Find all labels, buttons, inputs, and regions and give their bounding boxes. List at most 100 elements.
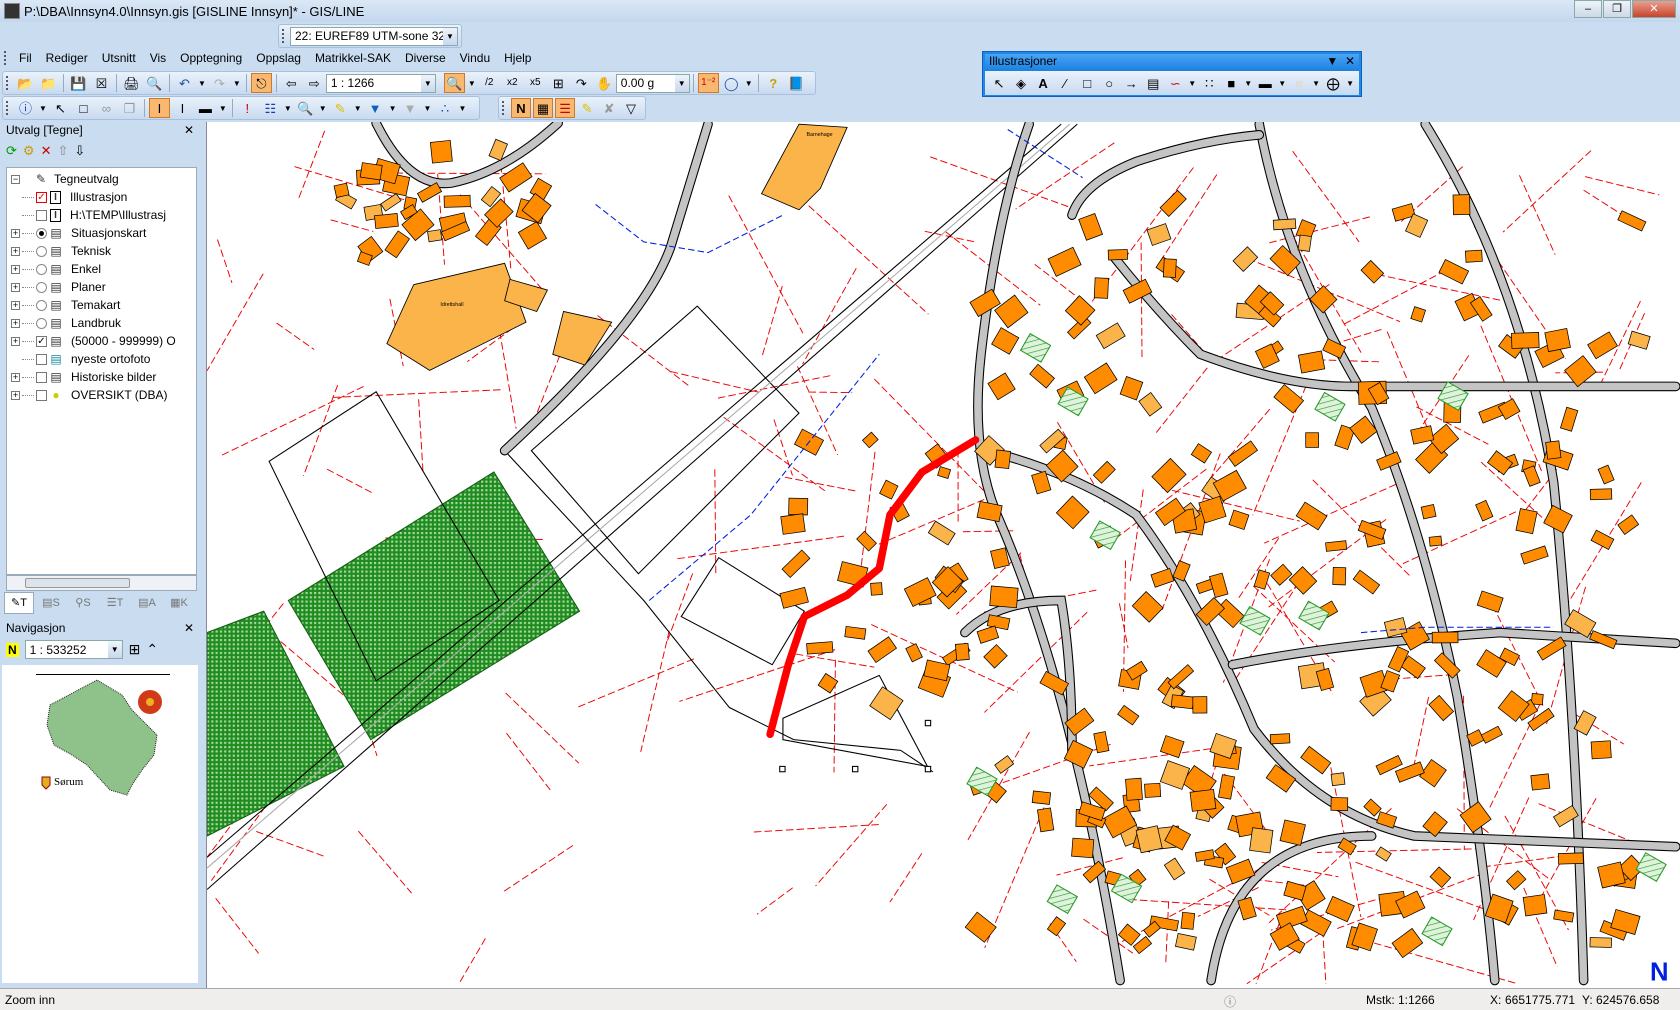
menu-fil[interactable]: Fil [19, 51, 32, 65]
toolbar-grip[interactable] [502, 101, 506, 115]
expand-icon[interactable]: + [11, 300, 20, 310]
layer-checkbox[interactable] [36, 389, 47, 401]
zoom-x2-icon[interactable]: x2 [502, 73, 523, 93]
close-icon[interactable]: ✕ [184, 621, 194, 635]
scale-tool-icon[interactable]: ⎋ [250, 73, 272, 93]
forward-arrow-icon[interactable]: ⇨ [304, 73, 325, 93]
scale-select[interactable]: 1 : 1266 ▼ [325, 73, 436, 93]
marker-icon[interactable]: ✎ [577, 98, 597, 118]
legend-icon[interactable]: ☰ [555, 98, 576, 118]
layer-radio[interactable] [36, 281, 47, 293]
panel-tab[interactable]: ⚲ S [68, 592, 98, 614]
toolbar-grip[interactable] [6, 76, 10, 90]
layer-checkbox[interactable]: ✓ [36, 191, 47, 203]
expand-icon[interactable]: + [11, 282, 20, 292]
menu-opptegning[interactable]: Opptegning [180, 51, 242, 65]
layer-checkbox[interactable]: ✓ [36, 335, 47, 347]
north-icon[interactable]: N [6, 642, 19, 657]
tree-horizontal-scrollbar[interactable] [6, 575, 197, 591]
rectangle-tool-icon[interactable]: □ [1077, 73, 1097, 93]
rotation-select[interactable]: 0.00 g ▼ [615, 73, 690, 93]
expand-icon[interactable]: + [11, 246, 20, 256]
minimize-button[interactable]: – [1574, 0, 1602, 18]
panel-tab[interactable]: ☰ T [100, 592, 130, 614]
selection-handle[interactable] [779, 765, 786, 773]
label-tool-icon[interactable]: ▤ [1143, 73, 1163, 93]
lasso-icon[interactable]: ◯ [721, 73, 742, 93]
map-svg[interactable]: Barnehage Idrettshall N [207, 122, 1680, 988]
pan-hand-icon[interactable]: ✋ [594, 73, 615, 93]
line-tool-icon[interactable]: ∕ [1055, 73, 1075, 93]
menu-vindu[interactable]: Vindu [460, 51, 490, 65]
network-icon[interactable]: ∞ [96, 98, 117, 118]
binoculars-icon[interactable]: 🔍 [295, 98, 316, 118]
menu-grip[interactable] [4, 51, 8, 65]
zoom-half-icon[interactable]: /2 [479, 73, 500, 93]
expand-icon[interactable]: + [11, 264, 20, 274]
redo-icon[interactable]: ↷ [209, 73, 230, 93]
tree-item[interactable]: + ▤ Landbruk [11, 314, 121, 332]
chevron-down-icon[interactable]: ▼ [674, 74, 689, 92]
expand-icon[interactable]: + [11, 228, 20, 238]
layer-radio[interactable] [36, 299, 47, 311]
grid-icon[interactable]: ☷ [260, 98, 281, 118]
menu-hjelp[interactable]: Hjelp [504, 51, 531, 65]
menu-matrikkel-sak[interactable]: Matrikkel-SAK [315, 51, 391, 65]
tree-item[interactable]: + ▤ Situasjonskart [11, 224, 146, 242]
back-arrow-icon[interactable]: ⇦ [281, 73, 302, 93]
tree-root[interactable]: − ✎ Tegneutvalg [11, 170, 119, 188]
maximize-button[interactable]: ❐ [1603, 0, 1631, 18]
text-tool-icon[interactable]: A [1033, 73, 1053, 93]
close-icon[interactable]: ✕ [184, 123, 194, 137]
zoom-x5-icon[interactable]: x5 [525, 73, 546, 93]
rotate-icon[interactable]: ↷ [571, 73, 592, 93]
select-object-icon[interactable]: ↖ [50, 98, 71, 118]
help-book-icon[interactable]: 📘 [786, 73, 807, 93]
filter-icon[interactable]: ▽ [621, 98, 641, 118]
open-folder-icon[interactable]: 📂 [15, 73, 36, 93]
panel-tab[interactable]: ▦ K [164, 592, 194, 614]
dropdown-icon[interactable]: ▼ [1326, 54, 1338, 68]
collapse-up-icon[interactable]: ⌃ [146, 641, 158, 658]
print-preview-icon[interactable]: 🔍 [144, 73, 165, 93]
expand-icon[interactable]: + [11, 390, 20, 400]
tree-item[interactable]: ✓ I Illustrasjon [11, 188, 127, 206]
toolbar-grip[interactable] [282, 29, 286, 43]
layer-checkbox[interactable] [36, 209, 47, 221]
zoom-in-icon[interactable]: 🔍 [443, 73, 465, 93]
settings-icon[interactable]: ⚙ [23, 143, 35, 159]
print-icon[interactable]: 🖨 [121, 73, 142, 93]
menu-vis[interactable]: Vis [150, 51, 166, 65]
toolbar-grip[interactable] [6, 101, 10, 115]
selection-handle[interactable] [924, 719, 932, 727]
ruler-icon[interactable]: ▬ [195, 98, 216, 118]
undo-icon[interactable]: ↶ [174, 73, 195, 93]
close-button[interactable]: ✕ [1632, 0, 1676, 18]
menu-diverse[interactable]: Diverse [405, 51, 446, 65]
tree-item[interactable]: + ✓ ▤ (50000 - 999999) O [11, 332, 176, 350]
tree-item[interactable]: + ▤ Teknisk [11, 242, 111, 260]
expand-icon[interactable]: + [11, 336, 20, 346]
grid-dots-icon[interactable]: ∷ [1199, 73, 1219, 93]
select-pointer-icon[interactable]: ↖ [989, 73, 1009, 93]
text-highlight-icon[interactable]: I [172, 98, 193, 118]
points-icon[interactable]: ∴ [434, 98, 455, 118]
highlight-icon[interactable]: ✎ [330, 98, 351, 118]
line-style-icon[interactable]: ▬ [1255, 73, 1275, 93]
layer-radio[interactable] [36, 245, 47, 257]
route-tool-icon[interactable]: ∽ [1165, 73, 1185, 93]
menu-rediger[interactable]: Rediger [46, 51, 88, 65]
collapse-icon[interactable]: − [11, 174, 20, 184]
layer-radio[interactable] [36, 263, 47, 275]
info-icon[interactable]: ⓘ [15, 98, 36, 118]
save-icon[interactable]: 💾 [68, 73, 89, 93]
close-icon[interactable]: ✕ [1345, 54, 1355, 68]
arrow-tool-icon[interactable]: → [1121, 73, 1141, 93]
tree-item[interactable]: I H:\TEMP\Illustrasj [11, 206, 166, 224]
text-tool-icon[interactable]: I [148, 98, 170, 118]
point-tool-icon[interactable]: ◈ [1011, 73, 1031, 93]
background-color-icon[interactable]: ■ [1289, 73, 1309, 93]
layers-icon[interactable]: ▦ [532, 98, 554, 118]
panel-tab[interactable]: ▤ A [132, 592, 162, 614]
selection-handle[interactable] [924, 765, 932, 773]
